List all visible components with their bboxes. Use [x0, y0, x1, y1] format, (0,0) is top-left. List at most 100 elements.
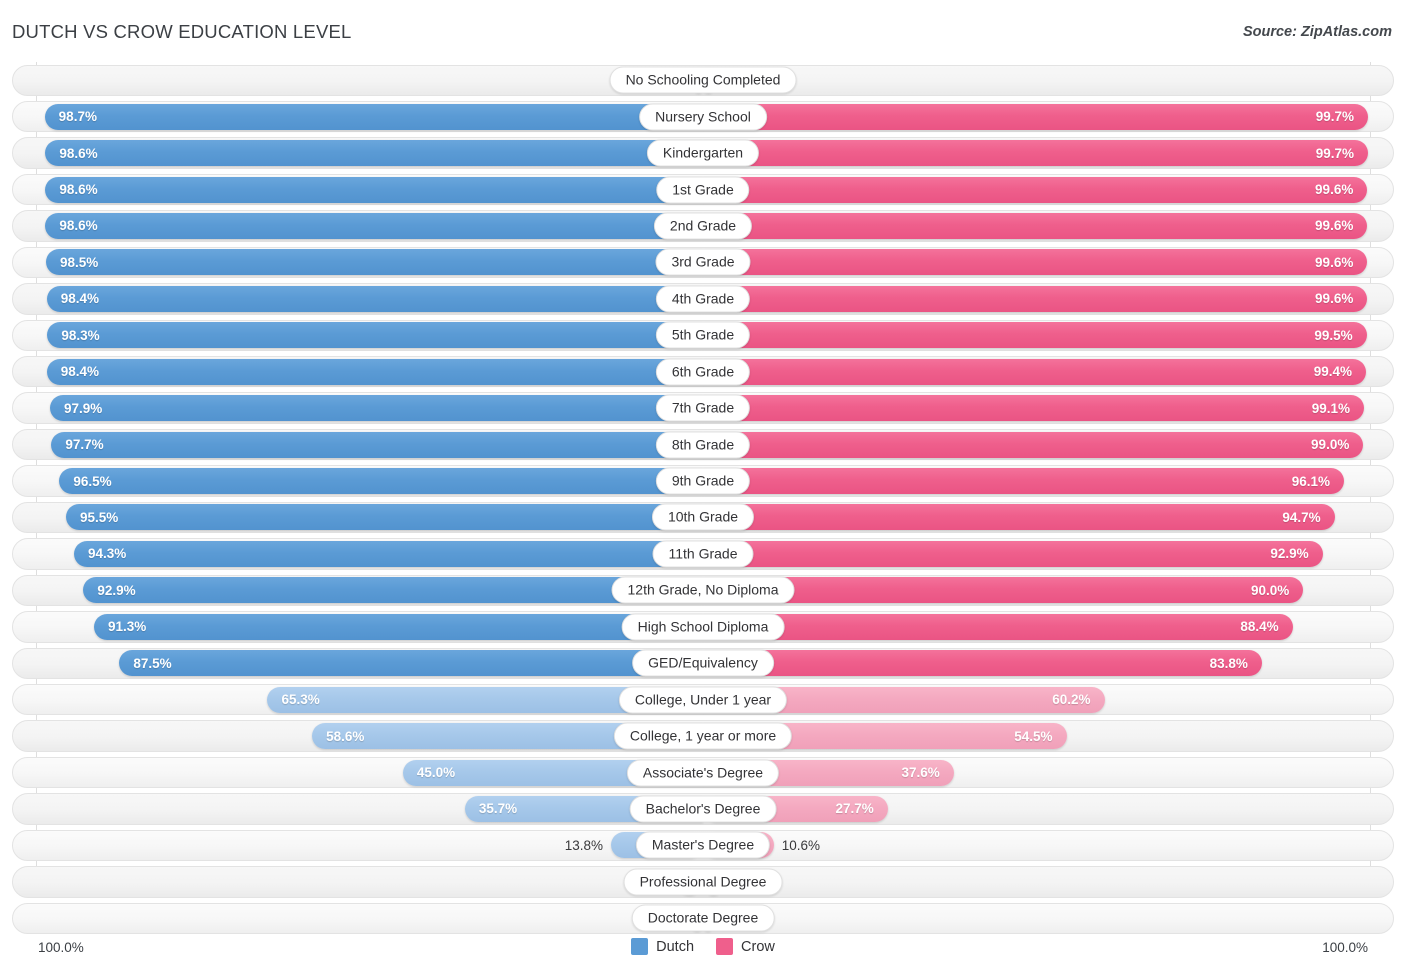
crow-bar-cell: 3.2% — [703, 868, 1370, 896]
dutch-bar[interactable]: 95.5% — [66, 504, 703, 531]
dutch-bar[interactable]: 96.5% — [59, 468, 703, 495]
crow-bar[interactable]: 96.1% — [703, 468, 1344, 495]
crow-bar[interactable]: 99.5% — [703, 322, 1367, 349]
crow-bar[interactable]: 99.7% — [703, 140, 1368, 167]
crow-bar[interactable]: 99.6% — [703, 249, 1368, 276]
dutch-bar-cell: 87.5% — [36, 649, 703, 677]
crow-value-label: 10.6% — [781, 837, 820, 853]
crow-bar[interactable]: 83.8% — [703, 650, 1262, 677]
crow-bar-cell: 60.2% — [703, 685, 1370, 713]
dutch-bar[interactable]: 98.5% — [46, 249, 703, 276]
category-label[interactable]: 12th Grade, No Diploma — [611, 576, 795, 604]
dutch-bar-cell: 98.4% — [36, 358, 703, 386]
category-label[interactable]: Professional Degree — [623, 868, 783, 896]
dutch-bar[interactable]: 94.3% — [74, 540, 703, 567]
dutch-bar[interactable]: 98.4% — [46, 285, 703, 312]
category-label[interactable]: High School Diploma — [621, 613, 785, 641]
dutch-bar[interactable]: 98.3% — [47, 322, 703, 349]
dutch-bar-cell: 96.5% — [36, 467, 703, 495]
dutch-bar-cell: 58.6% — [36, 722, 703, 750]
category-label[interactable]: 4th Grade — [655, 285, 751, 313]
crow-bar[interactable]: 92.9% — [703, 540, 1323, 567]
crow-bar[interactable]: 88.4% — [703, 613, 1293, 640]
bar-row: 1.4%1.6%No Schooling Completed — [0, 62, 1406, 98]
crow-bar[interactable]: 99.1% — [703, 395, 1364, 422]
dutch-value-label: 94.3% — [88, 546, 127, 562]
category-label[interactable]: Associate's Degree — [626, 759, 780, 787]
crow-value-label: 83.8% — [1209, 655, 1248, 671]
dutch-value-label: 87.5% — [133, 655, 172, 671]
crow-bar[interactable]: 99.7% — [703, 103, 1368, 130]
category-label[interactable]: Kindergarten — [646, 139, 760, 167]
category-label[interactable]: 1st Grade — [656, 176, 750, 204]
dutch-value-label: 98.6% — [59, 182, 98, 198]
dutch-bar[interactable]: 97.9% — [50, 395, 703, 422]
crow-value-label: 94.7% — [1282, 509, 1321, 525]
category-label[interactable]: 11th Grade — [652, 540, 754, 568]
crow-value-label: 99.6% — [1315, 291, 1354, 307]
crow-bar-cell: 99.6% — [703, 248, 1370, 276]
bar-row: 96.5% 96.1% 9th Grade — [0, 463, 1406, 499]
bar-row: 95.5% 94.7% 10th Grade — [0, 499, 1406, 535]
category-label[interactable]: Nursery School — [639, 103, 767, 131]
category-label[interactable]: 2nd Grade — [653, 212, 753, 240]
bar-row: 97.7% 99.0% 8th Grade — [0, 426, 1406, 462]
crow-bar-cell: 54.5% — [703, 722, 1370, 750]
dutch-bar[interactable]: 98.6% — [45, 140, 703, 167]
legend-swatch-crow — [716, 938, 734, 955]
dutch-value-label: 98.4% — [60, 364, 99, 380]
crow-value-label: 99.7% — [1315, 109, 1354, 125]
category-label[interactable]: No Schooling Completed — [609, 66, 797, 94]
dutch-bar[interactable]: 97.7% — [51, 431, 703, 458]
bar-row: 4.0%3.2%Professional Degree — [0, 864, 1406, 900]
legend-item-dutch[interactable]: Dutch — [631, 938, 694, 955]
dutch-bar[interactable]: 92.9% — [83, 577, 703, 604]
dutch-bar-cell: 1.8% — [36, 904, 703, 932]
dutch-bar[interactable]: 87.5% — [119, 650, 703, 677]
dutch-bar[interactable]: 98.4% — [46, 358, 703, 385]
crow-bar[interactable]: 99.0% — [703, 431, 1364, 458]
category-label[interactable]: 10th Grade — [651, 503, 755, 531]
bar-row: 98.6% 99.7% Kindergarten — [0, 135, 1406, 171]
crow-bar-cell: 10.6% — [703, 831, 1370, 859]
crow-bar-cell: 83.8% — [703, 649, 1370, 677]
dutch-bar-cell: 45.0% — [36, 758, 703, 786]
crow-bar[interactable]: 94.7% — [703, 504, 1335, 531]
dutch-bar[interactable]: 91.3% — [94, 613, 703, 640]
category-label[interactable]: College, 1 year or more — [613, 722, 793, 750]
dutch-value-label: 98.4% — [60, 291, 99, 307]
crow-bar[interactable]: 99.6% — [703, 212, 1368, 239]
category-label[interactable]: 6th Grade — [655, 358, 751, 386]
category-label[interactable]: 7th Grade — [655, 394, 751, 422]
dutch-bar[interactable]: 98.7% — [44, 103, 703, 130]
category-label[interactable]: Bachelor's Degree — [629, 795, 777, 823]
crow-bar[interactable]: 99.6% — [703, 176, 1368, 203]
bar-row: 58.6% 54.5% College, 1 year or more — [0, 718, 1406, 754]
dutch-bar-cell: 91.3% — [36, 613, 703, 641]
crow-bar[interactable]: 99.4% — [703, 358, 1366, 385]
category-label[interactable]: 3rd Grade — [655, 248, 751, 276]
crow-bar-cell: 99.5% — [703, 321, 1370, 349]
category-label[interactable]: 9th Grade — [655, 467, 751, 495]
legend-item-crow[interactable]: Crow — [716, 938, 775, 955]
category-label[interactable]: Master's Degree — [635, 831, 771, 859]
bar-row: 94.3% 92.9% 11th Grade — [0, 536, 1406, 572]
bar-row: 87.5% 83.8% GED/Equivalency — [0, 645, 1406, 681]
crow-bar-cell: 99.4% — [703, 358, 1370, 386]
dutch-value-label: 45.0% — [416, 765, 456, 781]
dutch-bar[interactable]: 98.6% — [45, 212, 703, 239]
crow-value-label: 90.0% — [1251, 582, 1290, 598]
dutch-bar-cell: 98.6% — [36, 212, 703, 240]
dutch-bar[interactable]: 98.6% — [45, 176, 703, 203]
crow-value-label: 54.5% — [1014, 728, 1053, 744]
category-label[interactable]: 8th Grade — [655, 431, 751, 459]
crow-bar[interactable]: 99.6% — [703, 285, 1368, 312]
category-label[interactable]: College, Under 1 year — [618, 686, 788, 714]
crow-bar-cell: 99.7% — [703, 139, 1370, 167]
category-label[interactable]: Doctorate Degree — [631, 904, 775, 932]
dutch-bar-cell: 35.7% — [36, 795, 703, 823]
dutch-value-label: 95.5% — [80, 509, 119, 525]
crow-bar-cell: 99.0% — [703, 430, 1370, 458]
category-label[interactable]: GED/Equivalency — [632, 649, 774, 677]
category-label[interactable]: 5th Grade — [655, 321, 751, 349]
